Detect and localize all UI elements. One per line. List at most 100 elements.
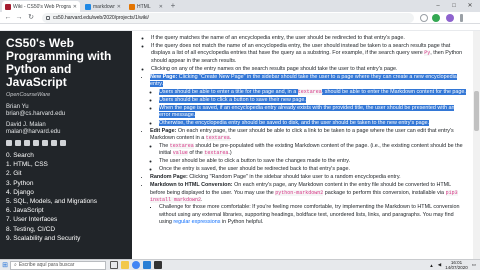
requirement-new-page: New Page: Clicking "Create New Page" in … [150, 73, 467, 128]
course-title[interactable]: CS50's Web Programming with Python and J… [6, 37, 126, 89]
nav-item-python[interactable]: 3. Python [6, 179, 126, 188]
nav-item-django[interactable]: 4. Django [6, 188, 126, 197]
project-spec-content: If the query matches the name of an ency… [132, 31, 473, 259]
reddit-icon[interactable] [51, 140, 57, 146]
close-tab-icon[interactable]: ✕ [73, 4, 77, 10]
volume-icon[interactable]: ◀ [438, 262, 441, 268]
nav-item-html-css[interactable]: 1. HTML, CSS [6, 160, 126, 169]
extension-icon[interactable] [432, 14, 440, 22]
list-item-text: The user should be able to click a butto… [159, 158, 351, 165]
forward-arrow-icon[interactable]: → [14, 13, 24, 23]
tab-html[interactable]: HTML ✕ [126, 1, 166, 12]
taskbar-apps [110, 261, 162, 269]
requirement-label: Random Page: [150, 174, 188, 181]
profile-avatar[interactable] [446, 14, 454, 22]
list-item: Clicking on any of the entry names on th… [151, 66, 467, 73]
list-item-text: When the page is saved, if an encycloped… [159, 104, 455, 119]
linkedin-icon[interactable] [33, 140, 39, 146]
facebook-icon[interactable] [6, 140, 12, 146]
list-item-text: Otherwise, the encyclopedia entry should… [159, 120, 430, 127]
notification-icon[interactable]: ▭ [472, 262, 476, 268]
chrome-icon[interactable] [132, 261, 140, 269]
requirement-text: Clicking "Create New Page" in the sideba… [150, 73, 457, 88]
terminal-icon[interactable] [154, 261, 162, 269]
requirement-label: New Page: [150, 73, 178, 80]
tab-markdown-demo[interactable]: markdown-it demo ✕ [82, 1, 124, 12]
minimize-button[interactable]: – [430, 0, 446, 12]
inline-code: value [172, 150, 188, 157]
search-icon: ⌕ [14, 261, 17, 268]
taskbar-search-box[interactable]: ⌕ Escribe aquí para buscar [10, 260, 106, 270]
requirement-text: Clicking "Random Page" in the sidebar sh… [189, 174, 401, 181]
bookmarks-bar [0, 24, 480, 31]
github-icon[interactable] [15, 140, 21, 146]
instructor-name: David J. Malan [6, 122, 46, 128]
requirement-text: On each entry page, the user should be a… [150, 128, 454, 142]
browser-tab-bar: Wiki - CS50's Web Programming w ✕ markdo… [0, 0, 480, 12]
social-links [6, 140, 126, 146]
list-item: Once the entry is saved, the user should… [159, 166, 467, 173]
instructor-name: Brian Yu [6, 104, 29, 110]
instructor-email[interactable]: malan@harvard.edu [6, 129, 126, 136]
close-tab-icon[interactable]: ✕ [159, 4, 163, 10]
nav-item-search[interactable]: 0. Search [6, 151, 126, 160]
maximize-button[interactable]: □ [446, 0, 462, 12]
inline-code: textarea [169, 142, 194, 149]
network-icon[interactable]: ▲ [429, 263, 433, 268]
clock-date: 14/07/2020 [445, 265, 468, 270]
nav-item-user-interfaces[interactable]: 7. User Interfaces [6, 215, 126, 224]
tab-label: Wiki - CS50's Web Programming w [13, 3, 71, 10]
nav-item-javascript[interactable]: 6. JavaScript [6, 206, 126, 215]
lecture-nav: 0. Search 1. HTML, CSS 2. Git 3. Python … [6, 151, 126, 243]
html-favicon-icon [129, 3, 135, 10]
list-item-text: If the query does not match the name of … [151, 43, 451, 57]
list-item-text: in Python helpful. [221, 219, 264, 226]
list-item-text: Users should be able to click a button t… [159, 96, 306, 103]
markdown-favicon-icon [85, 3, 91, 10]
tab-label: markdown-it demo [93, 3, 115, 10]
task-view-icon[interactable] [110, 261, 118, 269]
quora-icon[interactable] [42, 140, 48, 146]
instagram-icon[interactable] [24, 140, 30, 146]
instructor-david: David J. Malan malan@harvard.edu [6, 122, 126, 136]
browser-toolbar: ← → ↻ cs50.harvard.edu/web/2020/projects… [0, 12, 480, 24]
list-item: When the page is saved, if an encycloped… [159, 104, 467, 120]
system-tray: ▲ ◀ 16:01 14/07/2020 ▭ [429, 260, 480, 270]
list-item: Users should be able to click a button t… [159, 96, 467, 104]
menu-dots-icon[interactable] [460, 14, 463, 22]
twitter-icon[interactable] [60, 140, 66, 146]
file-explorer-icon[interactable] [121, 261, 129, 269]
requirement-text: package to perform this conversion, inst… [324, 189, 445, 196]
address-bar[interactable]: cs50.harvard.edu/web/2020/projects/1/wik… [42, 13, 414, 23]
nav-item-sql[interactable]: 5. SQL, Models, and Migrations [6, 197, 126, 206]
taskbar-clock[interactable]: 16:01 14/07/2020 [445, 260, 468, 270]
search-requirements-list: If the query matches the name of an ency… [142, 35, 467, 73]
list-item: Challenge for those more comfortable: If… [159, 204, 467, 226]
windows-start-icon[interactable]: ⊞ [0, 260, 10, 270]
vscode-icon[interactable] [143, 261, 151, 269]
new-tab-button[interactable]: + [168, 1, 178, 11]
page-scrollbar[interactable] [473, 31, 480, 259]
list-item: The user should be able to click a butto… [159, 158, 467, 165]
tab-wiki[interactable]: Wiki - CS50's Web Programming w ✕ [2, 1, 80, 12]
harvard-favicon-icon [5, 3, 11, 10]
list-item: Users should be able to enter a title fo… [159, 88, 467, 96]
close-window-button[interactable]: ✕ [462, 0, 478, 12]
close-tab-icon[interactable]: ✕ [117, 4, 121, 10]
markdown-sublist: Challenge for those more comfortable: If… [150, 204, 467, 226]
list-item-text: of the [189, 150, 203, 157]
regular-expressions-link[interactable]: regular expressions [173, 219, 220, 225]
list-item-text: Users should be able to enter a title fo… [159, 88, 297, 95]
bookmark-star-icon[interactable] [420, 14, 428, 22]
list-item-text: The [159, 142, 169, 149]
instructor-email[interactable]: brian@cs.harvard.edu [6, 111, 126, 118]
scrollbar-thumb[interactable] [474, 91, 479, 131]
requirement-random-page: Random Page: Clicking "Random Page" in t… [150, 174, 467, 181]
reload-icon[interactable]: ↻ [26, 13, 36, 23]
nav-item-testing[interactable]: 8. Testing, CI/CD [6, 225, 126, 234]
nav-item-scalability[interactable]: 9. Scalability and Security [6, 234, 126, 243]
back-arrow-icon[interactable]: ← [3, 13, 13, 23]
inline-code: textarea [204, 150, 229, 157]
requirement-markdown-conversion: Markdown to HTML Conversion: On each ent… [150, 182, 467, 226]
nav-item-git[interactable]: 2. Git [6, 169, 126, 178]
